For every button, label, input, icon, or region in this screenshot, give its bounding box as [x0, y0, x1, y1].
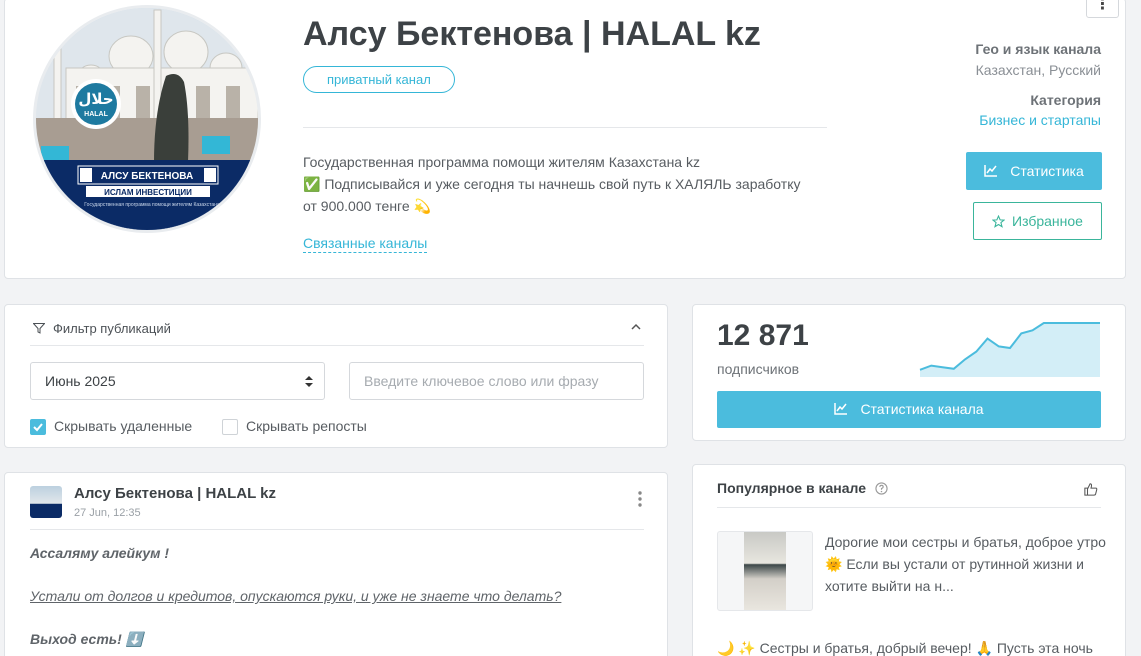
channel-statistics-label: Статистика канала: [860, 401, 984, 417]
popular-divider: [717, 507, 1101, 508]
popular-post-thumbnail[interactable]: [717, 531, 813, 611]
thumbnail-image: [744, 532, 786, 610]
kebab-menu-icon: ⋮: [1094, 0, 1111, 13]
post-author-name[interactable]: Алсу Бектенова | HALAL kz: [74, 485, 276, 502]
filter-title: Фильтр публикаций: [53, 321, 171, 336]
channel-description: Государственная программа помощи жителям…: [303, 151, 823, 217]
select-arrows-icon: [305, 376, 313, 387]
popular-title-text: Популярное в канале: [717, 480, 866, 496]
post-divider: [30, 529, 644, 530]
kebab-menu-icon: [638, 491, 642, 507]
hide-deleted-checkbox[interactable]: [30, 419, 46, 435]
popular-in-channel: Популярное в канале Дорогие мои сестры и…: [692, 464, 1126, 656]
hide-reposts-checkbox[interactable]: [222, 419, 238, 435]
subscribers-label: подписчиков: [717, 361, 800, 377]
statistics-button[interactable]: Статистика: [966, 152, 1102, 190]
description-line: от 900.000 тенге 💫: [303, 198, 431, 214]
checkmark-icon: [33, 423, 43, 432]
channel-avatar: حلال HALAL АЛСУ БЕКТЕНОВА ИСЛАМ ИНВЕСТИЦ…: [33, 5, 261, 233]
post-card: Алсу Бектенова | HALAL kz 27 Jun, 12:35 …: [4, 472, 668, 656]
post-link-text[interactable]: Устали от долгов и кредитов, опускаются …: [30, 588, 561, 604]
subscribers-count: 12 871: [717, 319, 809, 352]
category-link[interactable]: Бизнес и стартапы: [979, 112, 1101, 128]
post-date: 27 Jun, 12:35: [74, 507, 141, 519]
geo-label: Гео и язык канала: [975, 41, 1101, 57]
private-channel-badge: приватный канал: [303, 66, 455, 93]
help-icon[interactable]: [875, 482, 888, 495]
star-icon: [991, 214, 1006, 228]
hide-reposts-label[interactable]: Скрывать репосты: [246, 418, 367, 434]
category-label: Категория: [1030, 92, 1101, 108]
post-text: Выход есть! ⬇️: [30, 631, 144, 647]
subscribers-card: 12 871 подписчиков Статистика канала: [692, 304, 1126, 441]
avatar-name: АЛСУ БЕКТЕНОВА: [101, 171, 193, 182]
favorite-button[interactable]: Избранное: [973, 202, 1102, 240]
popular-title: Популярное в канале: [717, 480, 888, 496]
keyword-search-input[interactable]: [349, 362, 644, 400]
description-line: ✅ Подписывайся и уже сегодня ты начнешь …: [303, 176, 801, 192]
post-author-avatar[interactable]: [30, 486, 62, 518]
description-line: Государственная программа помощи жителям…: [303, 154, 700, 170]
statistics-button-label: Статистика: [1010, 163, 1084, 179]
subscribers-sparkline: [919, 322, 1100, 377]
publication-filter: Фильтр публикаций Июнь 2025 Скрывать уда…: [4, 304, 668, 448]
chevron-up-icon[interactable]: [631, 323, 641, 330]
geo-value: Казахстан, Русский: [975, 62, 1101, 78]
sparkline-area: [920, 323, 1100, 377]
popular-post-text[interactable]: Дорогие мои сестры и братья, доброе утро…: [825, 531, 1110, 597]
chart-icon: [984, 165, 998, 177]
related-channels-link[interactable]: Связанные каналы: [303, 235, 428, 253]
favorite-button-label: Избранное: [1012, 213, 1083, 229]
popular-post-text[interactable]: 🌙 ✨ Сестры и братья, добрый вечер! 🙏 Пус…: [717, 637, 1117, 656]
month-select-value: Июнь 2025: [45, 373, 116, 389]
filter-divider: [30, 345, 644, 346]
month-select[interactable]: Июнь 2025: [30, 362, 325, 400]
more-options-button[interactable]: ⋮: [1086, 0, 1119, 18]
filter-header[interactable]: Фильтр публикаций: [32, 321, 171, 336]
header-divider: [303, 127, 827, 128]
avatar-tagline: ИСЛАМ ИНВЕСТИЦИИ: [104, 188, 192, 197]
post-greeting: Ассаляму алейкум !: [30, 545, 170, 561]
avatar-artwork: حلال HALAL АЛСУ БЕКТЕНОВА ИСЛАМ ИНВЕСТИЦ…: [36, 8, 258, 230]
avatar-logo-text: حلال: [78, 90, 113, 108]
channel-header: حلال HALAL АЛСУ БЕКТЕНОВА ИСЛАМ ИНВЕСТИЦ…: [4, 0, 1126, 279]
avatar-footer: Государственная программа помощи жителям…: [84, 202, 220, 208]
chart-icon: [834, 403, 848, 415]
post-menu-button[interactable]: [635, 491, 645, 507]
hide-deleted-label[interactable]: Скрывать удаленные: [54, 418, 192, 434]
avatar-logo-sub: HALAL: [84, 111, 108, 118]
channel-statistics-button[interactable]: Статистика канала: [717, 391, 1101, 428]
channel-title: Алсу Бектенова | HALAL kz: [303, 15, 761, 53]
thumbs-up-icon[interactable]: [1084, 482, 1098, 496]
filter-icon: [32, 323, 46, 334]
